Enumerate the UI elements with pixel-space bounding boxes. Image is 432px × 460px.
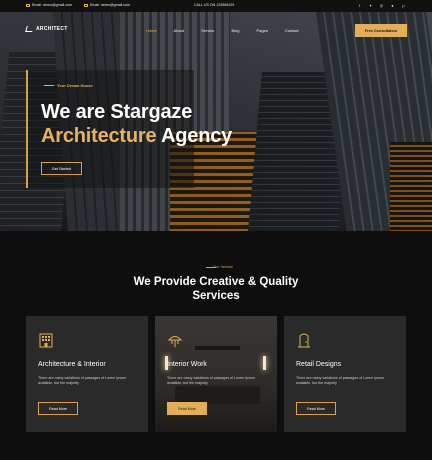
top-bar: Email: demo@gmail.com Email: demo@gmail.… bbox=[0, 0, 432, 12]
twitter-icon[interactable]: ✦ bbox=[368, 3, 373, 8]
service-card-title: Interior Work bbox=[167, 361, 207, 368]
services-title-line2: Services bbox=[192, 290, 240, 302]
read-more-button[interactable]: Read More bbox=[167, 402, 207, 415]
pinterest-icon[interactable]: p bbox=[401, 3, 406, 8]
nav-item-pages[interactable]: Pages bbox=[256, 28, 267, 33]
email-text-1: Email: demo@gmail.com bbox=[32, 3, 72, 7]
hero-heading-highlight: Architecture bbox=[41, 125, 157, 147]
service-card-interior: Interior Work There are many variations … bbox=[155, 316, 277, 432]
social-links: f ✦ ◎ ● p bbox=[357, 3, 406, 8]
nav-item-home[interactable]: Home bbox=[146, 28, 157, 33]
hero-tagline: Your Dream House bbox=[57, 83, 93, 88]
services-title-line1: We Provide Creative & Quality bbox=[133, 276, 299, 288]
services-subtitle: Our Service bbox=[0, 265, 432, 269]
nav-item-contact[interactable]: Contact bbox=[285, 28, 299, 33]
get-started-button[interactable]: Get Started bbox=[41, 162, 82, 175]
email-contact-1[interactable]: Email: demo@gmail.com bbox=[26, 3, 72, 7]
tagline-divider bbox=[44, 85, 54, 86]
instagram-icon[interactable]: ◎ bbox=[379, 3, 384, 8]
hero-heading-line2: Architecture Agency bbox=[41, 125, 232, 148]
door-icon bbox=[298, 333, 310, 348]
service-card-text: There are many variations of passages of… bbox=[167, 376, 256, 385]
service-card-retail: Retail Designs There are many variations… bbox=[284, 316, 406, 432]
facebook-icon[interactable]: f bbox=[357, 3, 362, 8]
mail-icon bbox=[84, 3, 88, 7]
hero-heading-line1: We are Stargaze bbox=[41, 101, 193, 123]
card-photo-shelf bbox=[195, 346, 240, 350]
main-nav: Home About Service Blog Pages Contact bbox=[146, 28, 316, 33]
building-icon bbox=[39, 333, 53, 348]
call-text: CALL US ON 125566429 bbox=[194, 3, 235, 8]
email-text-2: Email: demo@gmail.com bbox=[90, 3, 130, 7]
read-more-button[interactable]: Read More bbox=[296, 402, 336, 415]
logo-text: ARCHITECT bbox=[36, 26, 68, 32]
nav-item-about[interactable]: About bbox=[174, 28, 184, 33]
card-photo-lamp bbox=[263, 356, 266, 370]
logo-icon bbox=[25, 26, 34, 32]
service-card-architecture: Architecture & Interior There are many v… bbox=[26, 316, 148, 432]
nav-item-blog[interactable]: Blog bbox=[231, 28, 239, 33]
services-subtitle-text: Our Service bbox=[212, 265, 234, 269]
hero-heading-rest: Agency bbox=[156, 125, 233, 147]
nav-item-service[interactable]: Service bbox=[201, 28, 214, 33]
free-consultation-button[interactable]: Free Consultation bbox=[355, 24, 407, 37]
site-logo[interactable]: ARCHITECT bbox=[25, 26, 68, 32]
skype-icon[interactable]: ● bbox=[390, 3, 395, 8]
service-card-text: There are many variations of passages of… bbox=[296, 376, 385, 385]
service-card-title: Architecture & Interior bbox=[38, 361, 106, 368]
lamp-icon bbox=[167, 336, 183, 347]
service-card-title: Retail Designs bbox=[296, 361, 342, 368]
mail-icon bbox=[26, 3, 30, 7]
read-more-button[interactable]: Read More bbox=[38, 402, 78, 415]
email-contact-2[interactable]: Email: demo@gmail.com bbox=[84, 3, 130, 7]
service-card-text: There are many variations of passages of… bbox=[38, 376, 127, 385]
